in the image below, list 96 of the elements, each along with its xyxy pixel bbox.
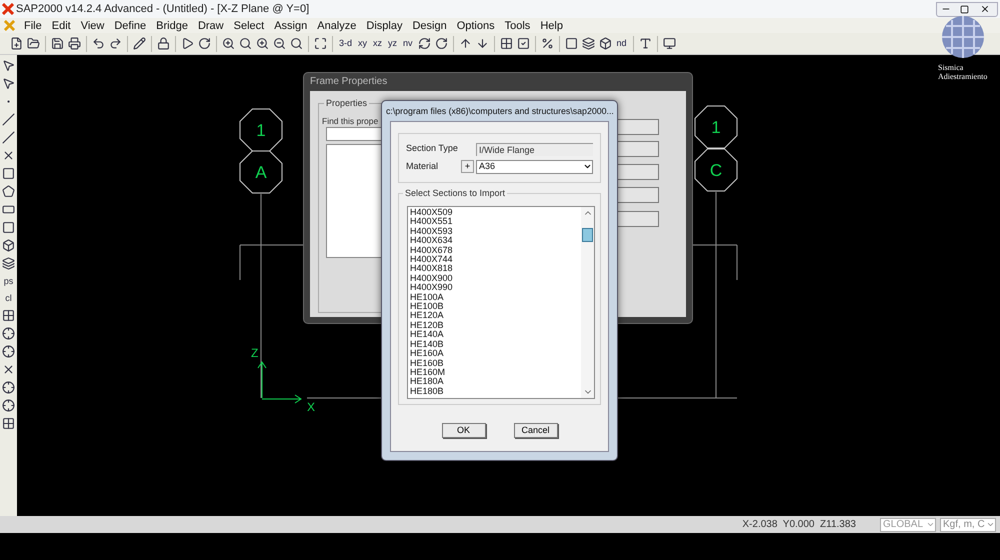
x-axis-arrow xyxy=(262,394,302,404)
section-type-value: I/Wide Flange xyxy=(476,142,593,156)
section-list-item[interactable]: HE160A xyxy=(410,349,581,358)
search-icon[interactable] xyxy=(237,35,254,52)
section-list-item[interactable]: HE180B xyxy=(410,386,581,396)
frame-icon[interactable] xyxy=(312,35,329,52)
text-tool-button[interactable]: cl xyxy=(5,290,12,306)
dialog-button[interactable]: Cancel xyxy=(514,423,558,438)
menu-item[interactable]: File xyxy=(19,18,47,32)
rotate-icon[interactable] xyxy=(196,35,213,52)
menu-item[interactable]: Help xyxy=(535,18,568,32)
find-label: Find this prope xyxy=(322,115,378,128)
section-list-item[interactable]: HE160B xyxy=(410,358,581,368)
save-icon[interactable] xyxy=(49,35,66,52)
z-axis-arrow xyxy=(258,361,266,398)
menu-item[interactable]: Options xyxy=(452,18,500,32)
monitor-icon[interactable] xyxy=(660,35,678,52)
search-icon[interactable] xyxy=(288,35,305,52)
add-button[interactable]: + xyxy=(461,160,474,174)
section-list-item[interactable]: H400X509 xyxy=(410,208,581,218)
dialog-title: Frame Properties xyxy=(310,75,388,89)
grid-bubble: C xyxy=(694,148,738,192)
scroll-thumb[interactable] xyxy=(582,228,593,242)
menu-item[interactable]: Draw xyxy=(192,18,229,32)
close-icon xyxy=(980,4,990,14)
menu-item[interactable]: Bridge xyxy=(151,18,193,32)
section-list-item[interactable]: H400X678 xyxy=(410,246,581,256)
square-icon[interactable] xyxy=(0,165,17,182)
window-title: SAP2000 v14.2.4 Advanced - (Untitled) - [X-Z Plane @ Y=0] xyxy=(16,2,310,17)
crosshair-icon[interactable] xyxy=(0,325,17,342)
grid-bubble: 1 xyxy=(694,106,738,148)
view-button[interactable]: yz xyxy=(385,36,400,50)
x-axis-label: X xyxy=(307,400,316,414)
section-list-item[interactable]: HE120B xyxy=(410,320,581,330)
group-label: Select Sections to Import xyxy=(403,188,508,199)
crosshair-icon[interactable] xyxy=(0,343,17,360)
view-button[interactable]: 3-d xyxy=(336,36,356,50)
layers-icon[interactable] xyxy=(0,255,17,272)
section-list-item[interactable]: HE100B xyxy=(410,302,581,312)
crosshair-icon[interactable] xyxy=(0,397,17,414)
zoom-in-icon[interactable] xyxy=(220,35,237,52)
grid-bubble: 1 xyxy=(240,108,282,152)
nd-button[interactable]: nd xyxy=(614,36,630,50)
grid-icon[interactable] xyxy=(0,307,17,324)
polygon-icon[interactable] xyxy=(0,183,17,200)
section-type-label: Section Type xyxy=(406,142,459,156)
view-button[interactable]: nv xyxy=(400,36,416,50)
section-list-item[interactable]: H400X818 xyxy=(410,264,581,274)
material-dropdown[interactable]: A36 xyxy=(476,160,593,174)
section-list-item[interactable]: HE120A xyxy=(410,311,581,321)
section-list-item[interactable]: H400X593 xyxy=(410,226,581,236)
material-label: Material xyxy=(406,160,440,173)
section-list-item[interactable]: HE160M xyxy=(410,368,581,378)
dialog-title: c:\program files (x86)\computers and structures\sap2000... xyxy=(386,105,614,117)
menu-item[interactable]: Edit xyxy=(46,18,76,32)
view-button[interactable]: xz xyxy=(370,36,386,50)
text-tool-button[interactable]: ps xyxy=(4,273,14,289)
menu-item[interactable]: Select xyxy=(228,18,270,32)
printer-icon[interactable] xyxy=(66,35,83,52)
crosshair-icon[interactable] xyxy=(0,379,17,396)
menu-item[interactable]: Display xyxy=(361,18,408,32)
pencil-icon[interactable] xyxy=(131,35,148,52)
z-axis-label: Z xyxy=(251,346,258,360)
logo-text: Sismica Adiestramiento xyxy=(938,63,988,81)
zoom-out-icon[interactable] xyxy=(271,35,288,52)
menu-item[interactable]: View xyxy=(76,18,110,32)
section-list-item[interactable]: HE100A xyxy=(410,292,581,302)
line-icon[interactable] xyxy=(0,129,17,146)
globe-logo-icon xyxy=(940,14,986,60)
lock-icon[interactable] xyxy=(155,35,172,52)
grid-icon[interactable] xyxy=(0,415,17,432)
menu-item[interactable]: Define xyxy=(109,18,152,32)
coordinates-text: X-2.038 Y0.000 Z11.383 xyxy=(742,518,856,532)
restore-icon xyxy=(960,4,968,14)
view-button[interactable]: xy xyxy=(355,36,370,50)
section-list-item[interactable]: HE140A xyxy=(410,330,581,340)
square-icon[interactable] xyxy=(0,219,17,236)
section-list-item[interactable]: H400X634 xyxy=(410,236,581,246)
line-icon[interactable] xyxy=(0,111,17,128)
section-list-item[interactable]: H400X744 xyxy=(410,255,581,264)
dialog-button[interactable]: OK xyxy=(442,423,486,438)
section-list-item[interactable]: H400X990 xyxy=(410,283,581,293)
units-dropdown[interactable]: Kgf, m, C xyxy=(940,518,996,532)
section-list-item[interactable]: HE140B xyxy=(410,340,581,350)
section-list-item[interactable]: H400X551 xyxy=(410,217,581,227)
section-list-item[interactable]: HE180A xyxy=(410,377,581,387)
layers-icon[interactable] xyxy=(580,35,597,52)
box-icon[interactable] xyxy=(0,237,17,254)
grid-bubble: A xyxy=(240,150,282,194)
menu-item[interactable]: Assign xyxy=(269,18,312,32)
zoom-in-icon[interactable] xyxy=(254,35,271,52)
menu-item[interactable]: Tools xyxy=(500,18,536,32)
menu-item[interactable]: Analyze xyxy=(312,18,362,32)
section-list-item[interactable]: H400X900 xyxy=(410,274,581,284)
group-label: Properties xyxy=(324,97,370,110)
menu-item[interactable]: Design xyxy=(407,18,452,32)
